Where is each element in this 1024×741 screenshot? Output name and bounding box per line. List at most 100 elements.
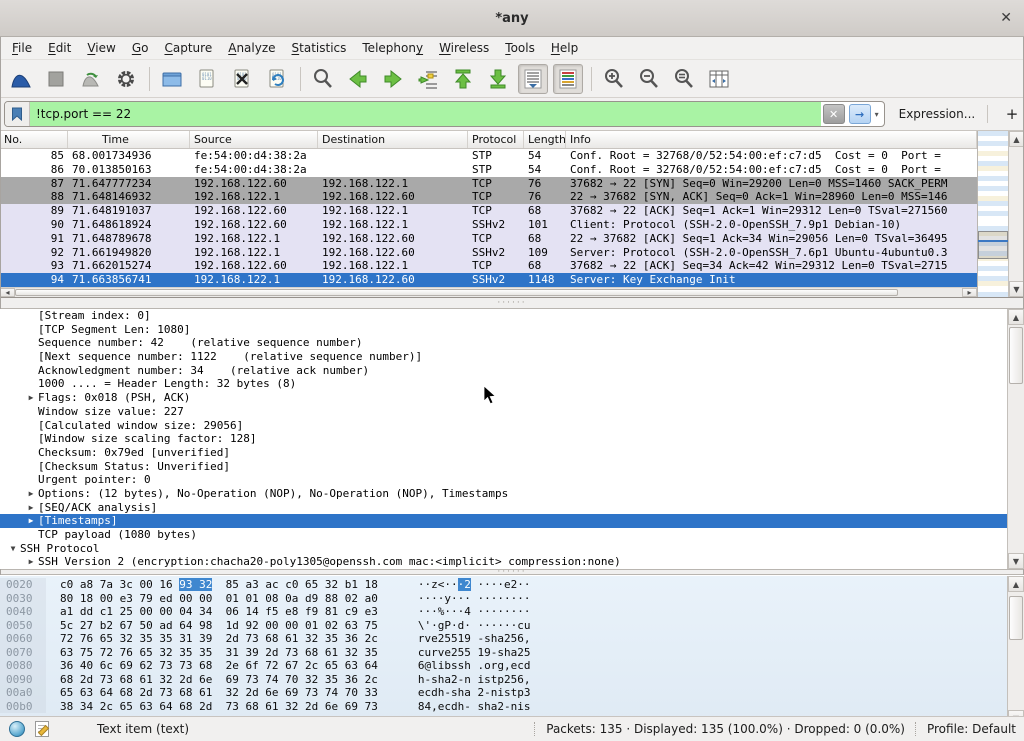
hex-bytes[interactable]: 65 63 64 68 2d 73 68 61 32 2d 6e 69 73 7… (60, 686, 378, 700)
menu-statistics[interactable]: Statistics (284, 39, 355, 57)
hex-row[interactable]: 00b038 34 2c 65 63 64 68 2d 73 68 61 32 … (0, 700, 1008, 714)
menu-tools[interactable]: Tools (497, 39, 543, 57)
auto-scroll-button[interactable] (518, 64, 548, 94)
hex-row[interactable]: 007063 75 72 76 65 32 35 35 31 39 2d 73 … (0, 646, 1008, 660)
detail-row[interactable]: Sequence number: 42 (relative sequence n… (0, 336, 1008, 350)
hex-bytes[interactable]: 5c 27 b2 67 50 ad 64 98 1d 92 00 00 01 0… (60, 619, 378, 633)
detail-scroll-thumb[interactable] (1009, 327, 1023, 384)
hex-row[interactable]: 008036 40 6c 69 62 73 73 68 2e 6f 72 67 … (0, 659, 1008, 673)
menu-edit[interactable]: Edit (40, 39, 79, 57)
hex-ascii[interactable]: curve255 19-sha25 (418, 646, 531, 660)
column-header-source[interactable]: Source (190, 131, 318, 148)
detail-row[interactable]: Acknowledgment number: 34 (relative ack … (0, 364, 1008, 378)
packet-row[interactable]: 8568.001734936fe:54:00:d4:38:2aSTP54Conf… (0, 149, 977, 163)
hex-vscrollbar[interactable]: ▲ ▼ (1007, 576, 1024, 726)
reload-file-button[interactable]: 01010110 (262, 64, 292, 94)
hscroll-right-arrow[interactable]: ▸ (962, 288, 977, 297)
filter-apply-button[interactable]: → (849, 104, 871, 124)
capture-comment-icon[interactable] (35, 721, 49, 737)
hex-scroll-up-arrow[interactable]: ▲ (1008, 576, 1024, 592)
packet-row[interactable]: 8871.648146932192.168.122.1192.168.122.6… (0, 190, 977, 204)
menu-telephony[interactable]: Telephony (354, 39, 431, 57)
packet-list-hscrollbar[interactable]: ◂ ▸ (0, 287, 977, 297)
go-back-button[interactable] (343, 64, 373, 94)
expert-info-icon[interactable] (9, 721, 25, 737)
detail-row[interactable]: [Checksum Status: Unverified] (0, 460, 1008, 474)
detail-row[interactable]: 1000 .... = Header Length: 32 bytes (8) (0, 377, 1008, 391)
hex-ascii[interactable]: 84,ecdh- sha2-nis (418, 700, 531, 714)
hex-scroll-thumb[interactable] (1009, 596, 1023, 640)
filter-bookmark-button[interactable] (5, 102, 30, 126)
hex-ascii[interactable]: \'·gP·d· ······cu (418, 619, 531, 633)
expander-closed-icon[interactable]: ▶ (24, 487, 38, 501)
stop-capture-button[interactable] (41, 64, 71, 94)
menu-view[interactable]: View (79, 39, 123, 57)
detail-row[interactable]: Urgent pointer: 0 (0, 473, 1008, 487)
hex-row[interactable]: 00505c 27 b2 67 50 ad 64 98 1d 92 00 00 … (0, 619, 1008, 633)
colorize-button[interactable] (553, 64, 583, 94)
detail-scroll-down-arrow[interactable]: ▼ (1008, 553, 1024, 569)
detail-row[interactable]: ▼SSH Protocol (0, 542, 1008, 556)
hex-selected-bytes[interactable]: 93 32 (179, 578, 212, 591)
hex-bytes[interactable]: 38 34 2c 65 63 64 68 2d 73 68 61 32 2d 6… (60, 700, 378, 714)
go-top-button[interactable] (448, 64, 478, 94)
packet-row[interactable]: 9371.662015274192.168.122.60192.168.122.… (0, 259, 977, 273)
detail-row[interactable]: [Next sequence number: 1122 (relative se… (0, 350, 1008, 364)
hex-bytes[interactable]: a1 dd c1 25 00 00 04 34 06 14 f5 e8 f9 8… (60, 605, 378, 619)
detail-row[interactable]: TCP payload (1080 bytes) (0, 528, 1008, 542)
hex-ascii[interactable]: h-sha2-n istp256, (418, 673, 531, 687)
close-file-button[interactable]: 01010110 (227, 64, 257, 94)
hex-row[interactable]: 00a065 63 64 68 2d 73 68 61 32 2d 6e 69 … (0, 686, 1008, 700)
close-window-button[interactable]: ✕ (1000, 9, 1012, 27)
detail-scroll-up-arrow[interactable]: ▲ (1008, 309, 1024, 325)
hex-ascii[interactable]: 6@libssh .org,ecd (418, 659, 531, 673)
expander-closed-icon[interactable]: ▶ (24, 501, 38, 515)
detail-row[interactable]: ▶Options: (12 bytes), No-Operation (NOP)… (0, 487, 1008, 501)
detail-row[interactable]: [Calculated window size: 29056] (0, 419, 1008, 433)
packet-list-header[interactable]: No.TimeSourceDestinationProtocolLengthIn… (0, 131, 977, 149)
packet-row[interactable]: 9471.663856741192.168.122.1192.168.122.6… (0, 273, 977, 287)
packet-row[interactable]: 9071.648618924192.168.122.60192.168.122.… (0, 218, 977, 232)
hex-row[interactable]: 006072 76 65 32 35 35 31 39 2d 73 68 61 … (0, 632, 1008, 646)
filter-clear-button[interactable]: ✕ (823, 104, 845, 124)
hex-row[interactable]: 0040a1 dd c1 25 00 00 04 34 06 14 f5 e8 … (0, 605, 1008, 619)
go-to-packet-button[interactable] (413, 64, 443, 94)
minimap-view-indicator[interactable] (978, 231, 1008, 259)
display-filter-input[interactable] (30, 102, 821, 126)
hex-bytes[interactable]: 36 40 6c 69 62 73 73 68 2e 6f 72 67 2c 6… (60, 659, 378, 673)
go-bottom-button[interactable] (483, 64, 513, 94)
detail-row[interactable]: ▶[SEQ/ACK analysis] (0, 501, 1008, 515)
column-header-info[interactable]: Info (566, 131, 977, 148)
vscroll-up-arrow[interactable]: ▲ (1009, 131, 1024, 147)
find-packet-button[interactable] (308, 64, 338, 94)
vscroll-track[interactable] (1009, 147, 1024, 281)
packet-row[interactable]: 8670.013850163fe:54:00:d4:38:2aSTP54Conf… (0, 163, 977, 177)
packet-row[interactable]: 8971.648191037192.168.122.60192.168.122.… (0, 204, 977, 218)
hex-bytes[interactable]: 63 75 72 76 65 32 35 35 31 39 2d 73 68 6… (60, 646, 378, 660)
column-header-time[interactable]: Time (68, 131, 190, 148)
expression-button[interactable]: Expression... (899, 107, 976, 121)
packet-row[interactable]: 9171.648789678192.168.122.1192.168.122.6… (0, 232, 977, 246)
menu-file[interactable]: File (4, 39, 40, 57)
column-header-no[interactable]: No. (0, 131, 68, 148)
detail-row[interactable]: [Stream index: 0] (0, 309, 1008, 323)
column-header-destination[interactable]: Destination (318, 131, 468, 148)
detail-vscrollbar[interactable]: ▲ ▼ (1007, 309, 1024, 569)
hex-bytes[interactable]: 72 76 65 32 35 35 31 39 2d 73 68 61 32 3… (60, 632, 378, 646)
open-file-button[interactable] (157, 64, 187, 94)
hex-bytes[interactable]: c0 a8 7a 3c 00 16 93 32 85 a3 ac c0 65 3… (60, 578, 378, 592)
hex-row[interactable]: 0020c0 a8 7a 3c 00 16 93 32 85 a3 ac c0 … (0, 578, 1008, 592)
hex-bytes[interactable]: 80 18 00 e3 79 ed 00 00 01 01 08 0a d9 8… (60, 592, 378, 606)
menu-capture[interactable]: Capture (156, 39, 220, 57)
hscroll-track[interactable] (15, 288, 962, 297)
detail-row[interactable]: [Window size scaling factor: 128] (0, 432, 1008, 446)
packet-row[interactable]: 9271.661949820192.168.122.1192.168.122.6… (0, 246, 977, 260)
zoom-in-button[interactable] (599, 64, 629, 94)
menu-wireless[interactable]: Wireless (431, 39, 497, 57)
hex-selected-ascii[interactable]: ·2 (458, 578, 471, 591)
column-header-length[interactable]: Length (524, 131, 566, 148)
detail-row[interactable]: [TCP Segment Len: 1080] (0, 323, 1008, 337)
expander-closed-icon[interactable]: ▶ (24, 555, 38, 569)
hex-row[interactable]: 009068 2d 73 68 61 32 2d 6e 69 73 74 70 … (0, 673, 1008, 687)
menu-help[interactable]: Help (543, 39, 586, 57)
